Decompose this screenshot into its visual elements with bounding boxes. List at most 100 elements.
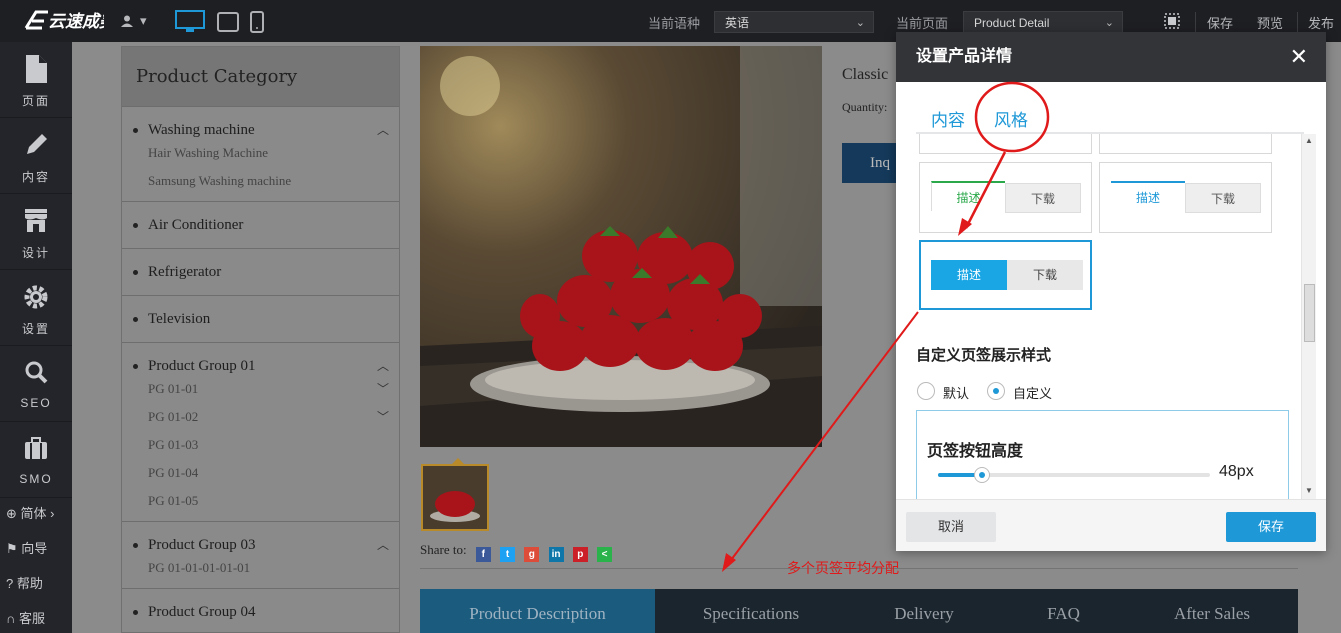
briefcase-icon [25, 437, 47, 459]
page-select[interactable]: Product Detail ⌄ [963, 11, 1123, 33]
sidebar-item-label: SEO [20, 396, 52, 410]
tab-height-label: 页签按钮高度 [927, 443, 1024, 460]
close-icon[interactable]: ✕ [1290, 32, 1308, 82]
style-option[interactable]: 描述 下载 [1099, 162, 1272, 233]
page-value: Product Detail [974, 16, 1050, 30]
desktop-icon[interactable] [175, 10, 205, 34]
custom-settings-box: 页签按钮高度 48px [916, 410, 1289, 499]
preview-button[interactable]: 预览 [1257, 13, 1283, 32]
logo[interactable]: 云速成美站 [22, 6, 104, 34]
category-item[interactable]: Refrigerator [122, 249, 399, 295]
chevron-down-icon[interactable]: ﹀ [377, 403, 389, 431]
facebook-icon[interactable]: f [475, 547, 491, 562]
category-subitem[interactable]: Samsung Washing machine [122, 167, 399, 195]
sidebar-item-content[interactable]: 内容 [0, 118, 72, 194]
language-select[interactable]: 英语 ⌄ [714, 11, 874, 33]
select-region-icon[interactable] [1163, 12, 1181, 30]
language-switch-label: 简体 › [20, 506, 55, 521]
help-link[interactable]: ? 帮助 [6, 573, 43, 592]
product-detail-tabs: Product Description Specifications Deliv… [420, 589, 1298, 633]
linkedin-icon[interactable]: in [548, 547, 564, 562]
twitter-icon[interactable]: t [500, 547, 516, 562]
scroll-down-icon[interactable]: ▼ [1305, 486, 1313, 495]
google-plus-icon[interactable]: g [524, 547, 540, 562]
radio-custom[interactable] [987, 382, 1005, 400]
tablet-icon[interactable] [217, 12, 239, 32]
cancel-button[interactable]: 取消 [906, 512, 996, 542]
scroll-up-icon[interactable]: ▲ [1305, 136, 1313, 145]
sidebar-item-settings[interactable]: 设置 [0, 270, 72, 346]
quantity-label: Quantity: [842, 100, 888, 114]
style-option[interactable]: 描述 下载 [919, 162, 1092, 233]
gear-icon [24, 285, 48, 309]
style-tab: 描述 [931, 260, 1007, 290]
sidebar-item-label: 内容 [21, 170, 50, 184]
slider-handle[interactable] [973, 467, 990, 483]
category-subitem[interactable]: PG 01-04 [122, 459, 399, 487]
category-subitem[interactable]: PG 01-01 ﹀ [122, 375, 399, 403]
radio-default[interactable] [917, 382, 935, 400]
chevron-down-icon[interactable]: ﹀ [377, 375, 389, 403]
tab-after-sales[interactable]: After Sales [1126, 589, 1298, 633]
product-image [420, 46, 822, 447]
category-subitem[interactable]: PG 01-01-01-01-01 [122, 554, 399, 582]
tab-faq[interactable]: FAQ [1001, 589, 1126, 633]
divider [1195, 12, 1196, 32]
radio-default-label: 默认 [943, 386, 970, 401]
radio-custom-label: 自定义 [1013, 386, 1053, 401]
product-thumbnail[interactable] [421, 464, 489, 531]
tab-specifications[interactable]: Specifications [655, 589, 847, 633]
category-item[interactable]: Product Group 04 [122, 589, 399, 633]
scrollbar[interactable]: ▲ ▼ [1301, 134, 1316, 499]
category-subitem[interactable]: PG 01-05 [122, 487, 399, 515]
tab-product-description[interactable]: Product Description [420, 589, 655, 633]
sidebar-item-page[interactable]: 页面 [0, 42, 72, 118]
share-icon[interactable]: < [597, 547, 613, 562]
guide-link[interactable]: ⚑ 向导 [6, 538, 47, 557]
sidebar-item-smo[interactable]: SMO [0, 422, 72, 498]
mobile-icon[interactable] [250, 11, 264, 33]
sidebar-item-design[interactable]: 设计 [0, 194, 72, 270]
category-subitem[interactable]: PG 01-02 ﹀ [122, 403, 399, 431]
customer-service-link[interactable]: ∩ 客服 [6, 608, 45, 627]
publish-button[interactable]: 发布 [1308, 13, 1334, 32]
dialog-title: 设置产品详情 [916, 48, 1013, 65]
language-value: 英语 [725, 16, 750, 30]
style-option[interactable] [919, 134, 1092, 154]
sidebar-item-seo[interactable]: SEO [0, 346, 72, 422]
pencil-icon [27, 134, 47, 154]
dialog-header: 设置产品详情 ✕ [896, 32, 1326, 82]
category-group: Washing machine ︿ Hair Washing Machine Sa… [122, 107, 399, 202]
page-label: 当前页面 [896, 16, 949, 31]
left-sidebar: 页面 内容 设计 设置 SEO SMO ⊕ 简体 › ⚑ 向导 ? 帮助 ∩ 客… [0, 42, 72, 633]
user-menu[interactable]: ▾ [112, 10, 154, 32]
tab-height-slider[interactable] [938, 467, 1210, 483]
language-switch[interactable]: ⊕ 简体 › [6, 503, 54, 522]
inquire-button[interactable]: Inq [842, 143, 898, 183]
tab-delivery[interactable]: Delivery [847, 589, 1001, 633]
category-item[interactable]: Television [122, 296, 399, 342]
scrollbar-thumb[interactable] [1304, 284, 1315, 342]
sidebar-item-label: SMO [19, 472, 53, 486]
save-button[interactable]: 保存 [1226, 512, 1316, 542]
guide-label: 向导 [21, 541, 48, 556]
category-subitem[interactable]: PG 01-03 [122, 431, 399, 459]
pinterest-icon[interactable]: p [572, 547, 588, 562]
tab-content[interactable]: 内容 [931, 106, 965, 131]
category-group: Product Group 04 [122, 589, 399, 633]
dialog-footer: 取消 保存 [896, 499, 1326, 551]
style-option-selected[interactable]: 描述 下载 [919, 240, 1092, 310]
category-subitem[interactable]: Hair Washing Machine [122, 139, 399, 167]
page-icon [26, 55, 47, 83]
dialog-body: 描述 下载 描述 下载 描述 下载 自定义页签展示样式 默认 自定义 页签按钮高… [896, 134, 1326, 499]
search-icon [25, 361, 48, 384]
style-tab: 下载 [1005, 183, 1081, 213]
tab-height-value: 48px [1219, 463, 1254, 480]
category-group: Air Conditioner [122, 202, 399, 249]
headset-icon: ∩ [6, 611, 16, 626]
category-item[interactable]: Air Conditioner [122, 202, 399, 248]
style-option[interactable] [1099, 134, 1272, 154]
sidebar-item-label: 页面 [21, 94, 50, 108]
help-label: 帮助 [16, 576, 43, 591]
save-button[interactable]: 保存 [1207, 13, 1233, 32]
